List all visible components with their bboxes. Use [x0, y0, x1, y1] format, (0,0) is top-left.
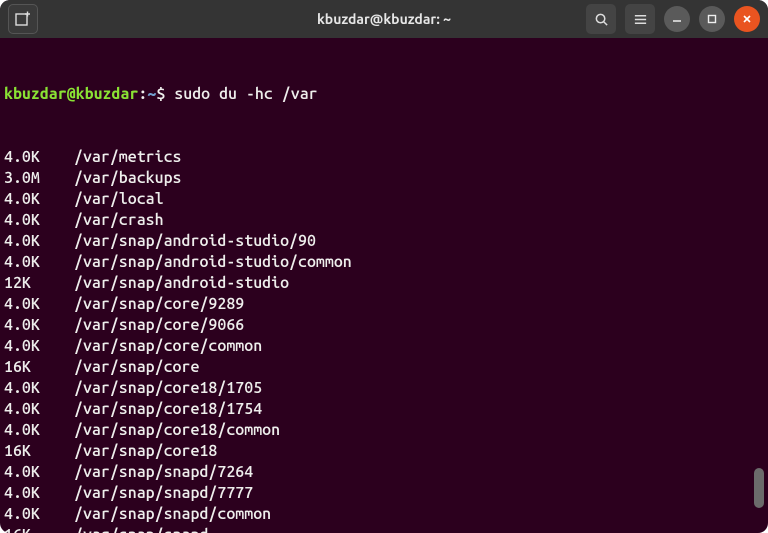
- size-value: 4.0K: [4, 210, 74, 231]
- output-container: 4.0K/var/metrics3.0M/var/backups4.0K/var…: [4, 147, 762, 533]
- output-row: 4.0K/var/snap/core18/1754: [4, 399, 762, 420]
- size-value: 4.0K: [4, 399, 74, 420]
- size-value: 4.0K: [4, 147, 74, 168]
- command-text: sudo du -hc /var: [165, 85, 317, 103]
- size-value: 16K: [4, 441, 74, 462]
- close-button[interactable]: [734, 6, 760, 32]
- size-value: 4.0K: [4, 420, 74, 441]
- scrollbar-thumb[interactable]: [754, 468, 764, 508]
- output-row: 4.0K/var/snap/android-studio/common: [4, 252, 762, 273]
- prompt-line: kbuzdar@kbuzdar:~$ sudo du -hc /var: [4, 84, 762, 105]
- maximize-button[interactable]: [699, 6, 725, 32]
- new-tab-icon: [15, 11, 31, 27]
- prompt-path: ~: [147, 85, 156, 103]
- terminal-body[interactable]: kbuzdar@kbuzdar:~$ sudo du -hc /var 4.0K…: [0, 38, 768, 533]
- size-value: 3.0M: [4, 168, 74, 189]
- close-icon: [741, 13, 753, 25]
- output-row: 3.0M/var/backups: [4, 168, 762, 189]
- path-value: /var/local: [74, 189, 164, 210]
- path-value: /var/snap/snapd/7777: [74, 483, 253, 504]
- output-row: 4.0K/var/snap/core/9289: [4, 294, 762, 315]
- path-value: /var/snap/core: [74, 357, 199, 378]
- path-value: /var/snap/snapd/common: [74, 504, 271, 525]
- path-value: /var/snap/android-studio/90: [74, 231, 316, 252]
- output-row: 16K/var/snap/core: [4, 357, 762, 378]
- output-row: 12K/var/snap/android-studio: [4, 273, 762, 294]
- path-value: /var/snap/snapd: [74, 525, 208, 533]
- new-tab-button[interactable]: [8, 4, 38, 34]
- hamburger-icon: [633, 12, 648, 27]
- path-value: /var/snap/core18/1754: [74, 399, 262, 420]
- path-value: /var/backups: [74, 168, 182, 189]
- output-row: 4.0K/var/metrics: [4, 147, 762, 168]
- path-value: /var/snap/core18/1705: [74, 378, 262, 399]
- size-value: 4.0K: [4, 483, 74, 504]
- path-value: /var/snap/core/9066: [74, 315, 244, 336]
- path-value: /var/snap/core/common: [74, 336, 262, 357]
- output-row: 16K/var/snap/core18: [4, 441, 762, 462]
- path-value: /var/snap/android-studio: [74, 273, 289, 294]
- output-row: 4.0K/var/snap/core/common: [4, 336, 762, 357]
- minimize-button[interactable]: [664, 6, 690, 32]
- minimize-icon: [671, 13, 683, 25]
- size-value: 4.0K: [4, 462, 74, 483]
- size-value: 4.0K: [4, 189, 74, 210]
- size-value: 4.0K: [4, 315, 74, 336]
- menu-button[interactable]: [625, 4, 655, 34]
- size-value: 16K: [4, 357, 74, 378]
- prompt-user-host: kbuzdar@kbuzdar: [4, 85, 138, 103]
- prompt-sigil: $: [156, 85, 165, 103]
- terminal-window: kbuzdar@kbuzdar: ~ kbuzdar@kbuzdar:~$ su…: [0, 0, 768, 533]
- output-row: 4.0K/var/snap/android-studio/90: [4, 231, 762, 252]
- path-value: /var/snap/snapd/7264: [74, 462, 253, 483]
- maximize-icon: [706, 13, 718, 25]
- size-value: 4.0K: [4, 378, 74, 399]
- output-row: 4.0K/var/snap/core/9066: [4, 315, 762, 336]
- output-row: 4.0K/var/snap/core18/1705: [4, 378, 762, 399]
- size-value: 4.0K: [4, 294, 74, 315]
- output-row: 4.0K/var/snap/snapd/7777: [4, 483, 762, 504]
- size-value: 4.0K: [4, 231, 74, 252]
- titlebar: kbuzdar@kbuzdar: ~: [0, 0, 768, 38]
- size-value: 16K: [4, 525, 74, 533]
- output-row: 4.0K/var/snap/snapd/7264: [4, 462, 762, 483]
- scrollbar-track[interactable]: [754, 38, 764, 527]
- path-value: /var/crash: [74, 210, 164, 231]
- size-value: 12K: [4, 273, 74, 294]
- path-value: /var/snap/android-studio/common: [74, 252, 352, 273]
- search-icon: [594, 12, 609, 27]
- path-value: /var/snap/core18: [74, 441, 217, 462]
- size-value: 4.0K: [4, 252, 74, 273]
- size-value: 4.0K: [4, 336, 74, 357]
- size-value: 4.0K: [4, 504, 74, 525]
- output-row: 4.0K/var/local: [4, 189, 762, 210]
- output-row: 4.0K/var/snap/core18/common: [4, 420, 762, 441]
- output-row: 16K/var/snap/snapd: [4, 525, 762, 533]
- output-row: 4.0K/var/snap/snapd/common: [4, 504, 762, 525]
- path-value: /var/snap/core18/common: [74, 420, 280, 441]
- path-value: /var/metrics: [74, 147, 182, 168]
- path-value: /var/snap/core/9289: [74, 294, 244, 315]
- output-row: 4.0K/var/crash: [4, 210, 762, 231]
- search-button[interactable]: [586, 4, 616, 34]
